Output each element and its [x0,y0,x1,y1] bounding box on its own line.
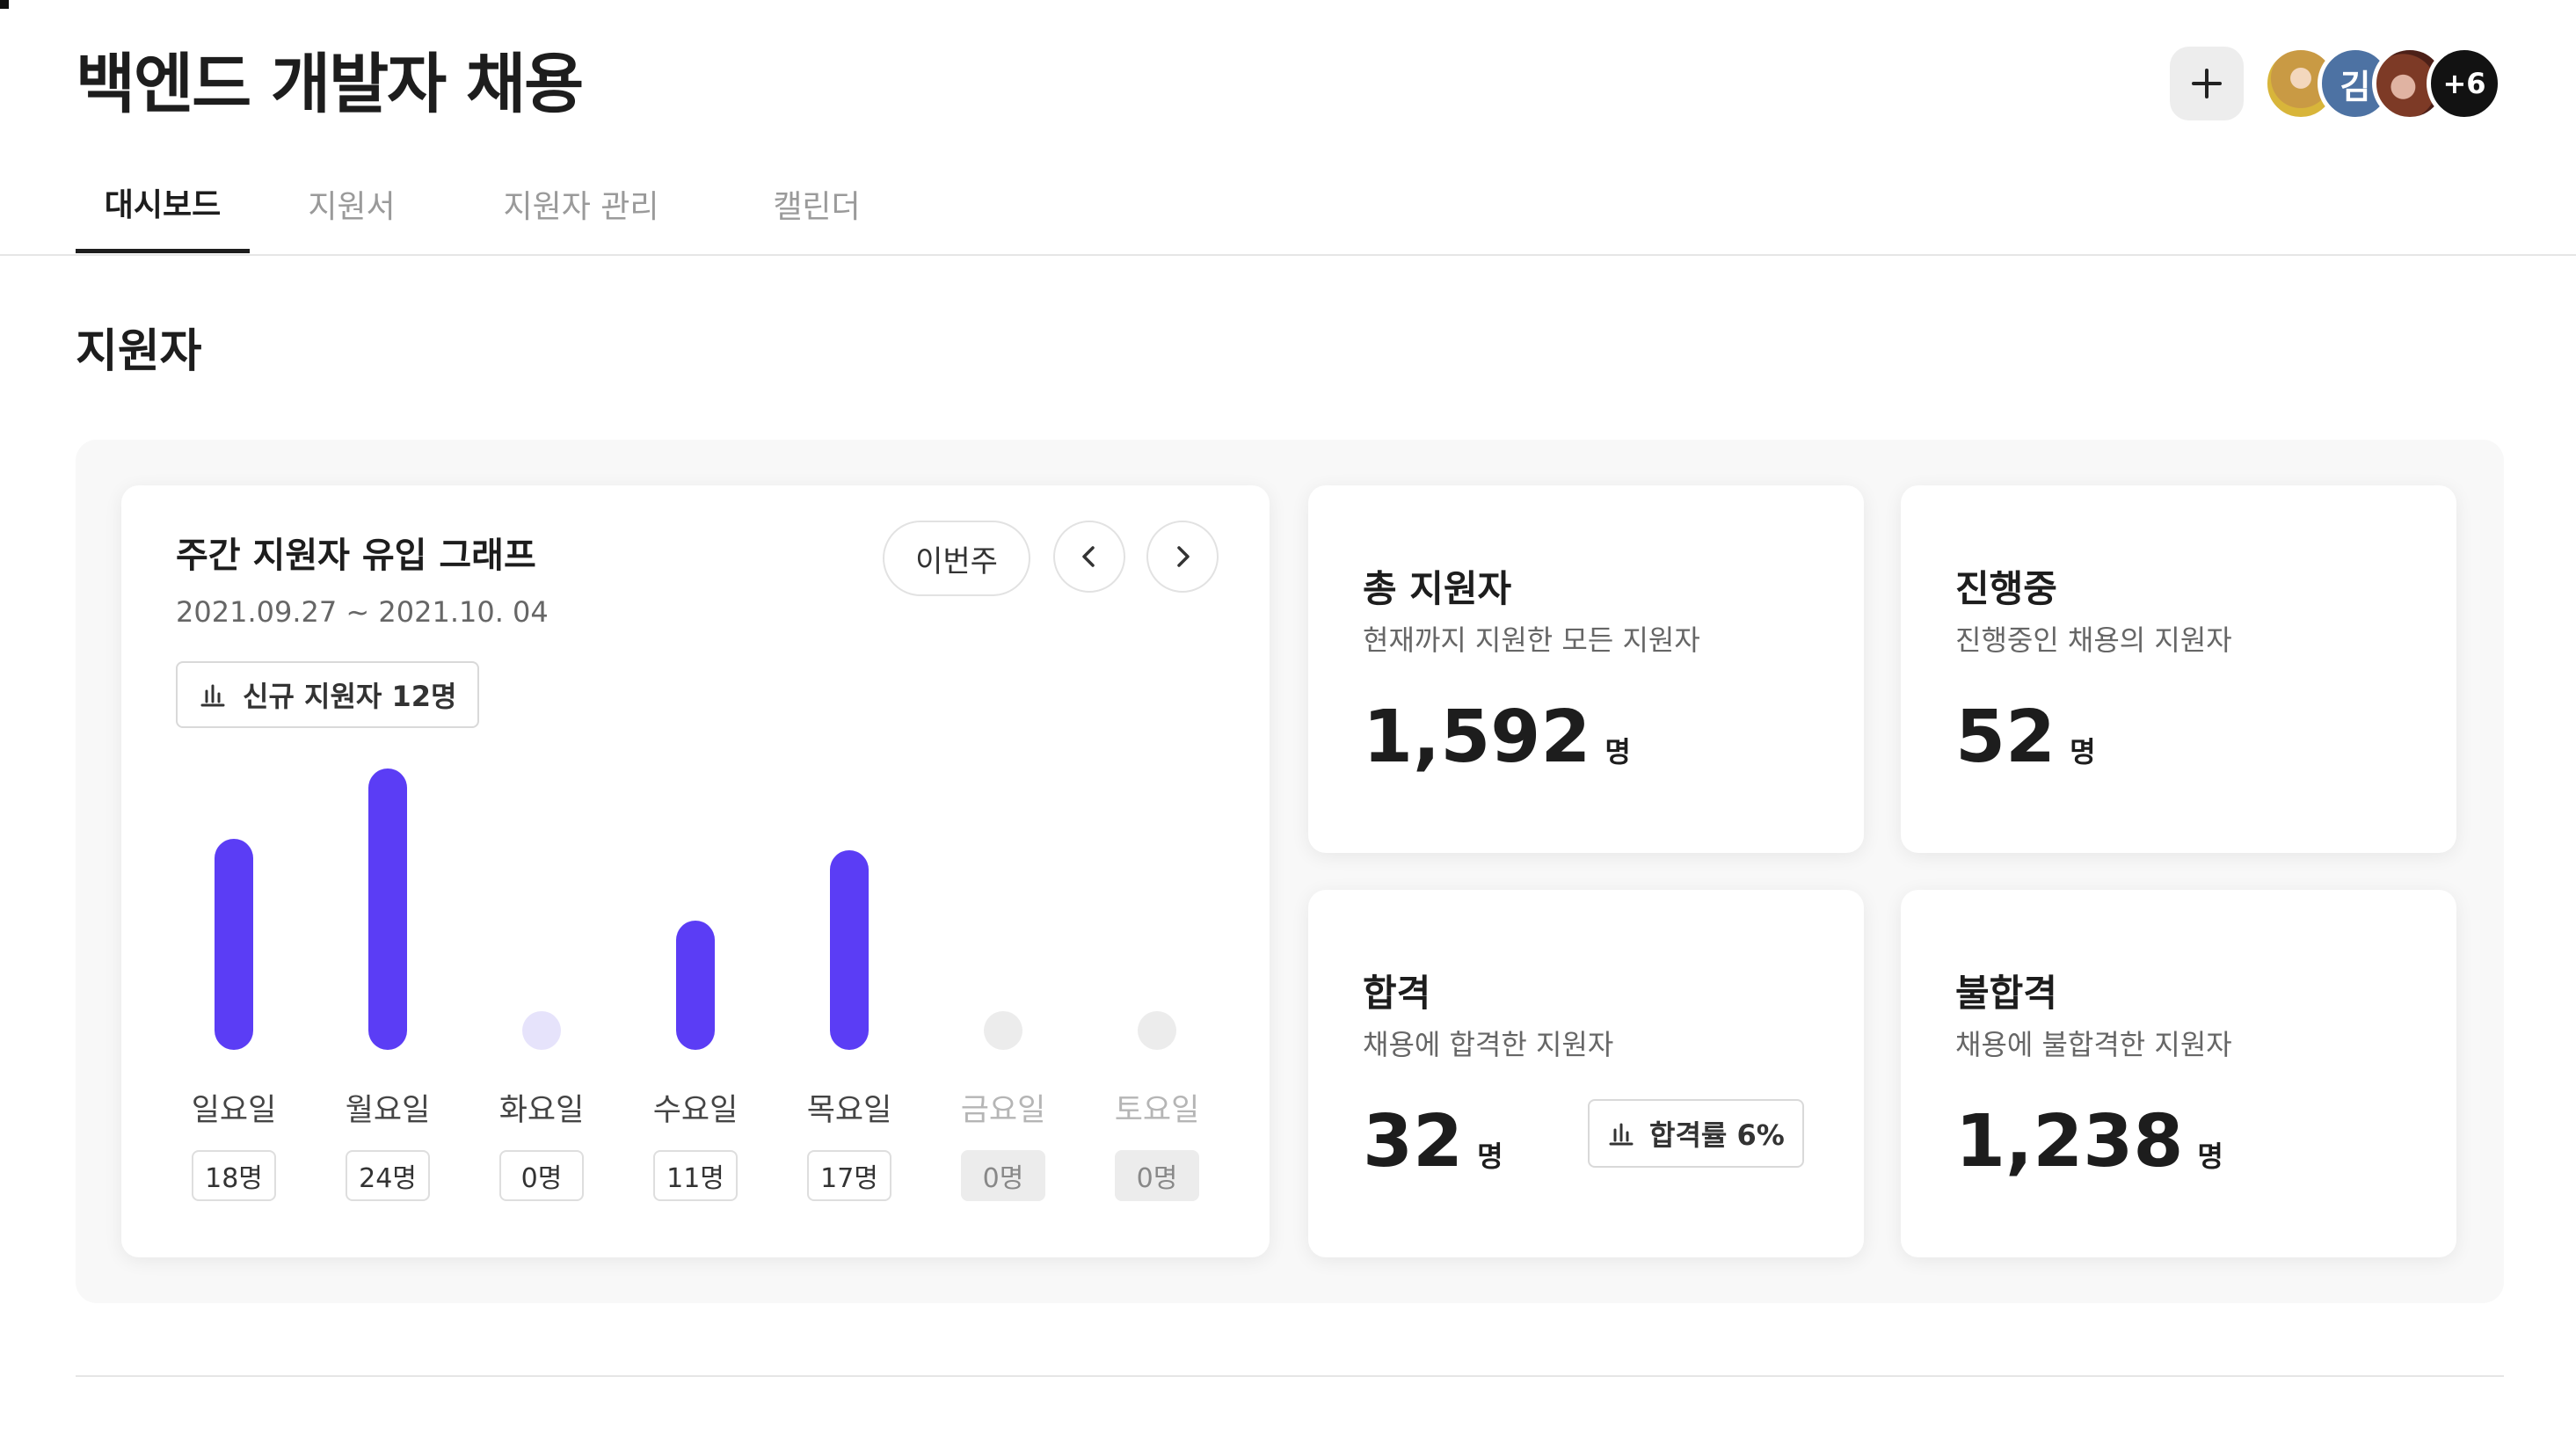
tab-applicant-management[interactable]: 지원자 관리 [454,155,709,253]
day-label: 수요일 [652,1093,739,1128]
stat-description: 채용에 불합격한 지원자 [1955,1028,2232,1061]
stat-title: 총 지원자 [1363,567,1512,610]
day-count-badge: 11명 [653,1150,738,1201]
day-label: 화요일 [498,1093,585,1128]
page-title: 백엔드 개발자 채용 [76,47,584,122]
pass-rate-label: 합격률 6% [1649,1118,1785,1152]
section-title: 지원자 [76,325,202,378]
stat-value: 52 명 [1955,689,2096,786]
stat-unit: 명 [1605,735,1631,768]
stat-title: 진행중 [1955,567,2057,610]
failed-card[interactable]: 불합격 채용에 불합격한 지원자 1,238 명 [1901,890,2456,1257]
tab-applications[interactable]: 지원서 [250,155,454,253]
day-count-badge: 0명 [499,1150,584,1201]
in-progress-card[interactable]: 진행중 진행중인 채용의 지원자 52 명 [1901,485,2456,853]
day-count-badge: 24명 [346,1150,430,1201]
chart-bar[interactable] [215,839,253,1050]
new-applicants-badge: 신규 지원자 12명 [176,661,480,728]
weekly-inflow-chart-card: 주간 지원자 유입 그래프 2021.09.27 ~ 2021.10. 04 신… [121,485,1270,1257]
chart-bar[interactable] [522,1011,561,1050]
chart-bar[interactable] [984,1011,1022,1050]
next-week-button[interactable] [1146,521,1219,593]
tab-bar: 대시보드 지원서 지원자 관리 캘린더 [76,155,925,253]
chevron-right-icon [1177,546,1190,567]
day-count-badge: 0명 [961,1150,1045,1201]
header-actions: 김 +6 [2170,46,2502,121]
day-label: 일요일 [191,1093,277,1128]
day-label: 월요일 [345,1093,431,1128]
new-applicants-label: 신규 지원자 12명 [243,680,457,713]
stat-number: 1,238 [1955,1100,2184,1184]
chart-bar[interactable] [368,768,407,1050]
chart-bar[interactable] [676,921,715,1050]
chart-title: 주간 지원자 유입 그래프 [176,535,536,576]
passed-card[interactable]: 합격 채용에 합격한 지원자 32 명 합격률 6% [1308,890,1864,1257]
date-range: 2021.09.27 ~ 2021.10. 04 [176,595,549,629]
total-applicants-card[interactable]: 총 지원자 현재까지 지원한 모든 지원자 1,592 명 [1308,485,1864,853]
stat-unit: 명 [2070,735,2096,768]
day-count-badge: 18명 [192,1150,276,1201]
day-count-badge: 17명 [807,1150,891,1201]
stat-unit: 명 [1477,1140,1503,1173]
stat-description: 현재까지 지원한 모든 지원자 [1363,623,1700,657]
stat-value: 1,238 명 [1955,1094,2223,1191]
stat-description: 채용에 합격한 지원자 [1363,1028,1614,1061]
stat-number: 1,592 [1363,696,1591,779]
stat-title: 합격 [1363,972,1431,1015]
tab-calendar[interactable]: 캘린더 [709,155,925,253]
chart-bar[interactable] [1138,1011,1176,1050]
chart-bar[interactable] [830,850,869,1050]
prev-week-button[interactable] [1053,521,1125,593]
stat-description: 진행중인 채용의 지원자 [1955,623,2232,657]
bar-chart-icon [200,684,225,707]
stat-unit: 명 [2197,1140,2223,1173]
chevron-left-icon [1082,546,1095,567]
stat-number: 52 [1955,696,2056,779]
applicant-dashboard-panel: 주간 지원자 유입 그래프 2021.09.27 ~ 2021.10. 04 신… [76,440,2504,1303]
bar-chart-icon [1609,1123,1634,1146]
plus-icon [2192,69,2222,98]
tab-dashboard[interactable]: 대시보드 [76,155,250,253]
add-member-button[interactable] [2170,47,2244,120]
day-label: 목요일 [806,1093,892,1128]
day-count-badge: 0명 [1115,1150,1199,1201]
day-label: 금요일 [960,1093,1046,1128]
bottom-divider [76,1375,2504,1377]
window-corner-mark [0,0,9,9]
member-avatars[interactable]: 김 +6 [2263,46,2502,121]
stat-value: 32 명 [1363,1094,1503,1191]
pass-rate-badge: 합격률 6% [1588,1099,1804,1168]
stat-number: 32 [1363,1100,1464,1184]
stat-title: 불합격 [1955,972,2057,1015]
stat-value: 1,592 명 [1363,689,1631,786]
day-label: 토요일 [1114,1093,1200,1128]
more-members-avatar[interactable]: +6 [2427,46,2502,121]
tabs-divider [0,254,2576,256]
this-week-button[interactable]: 이번주 [883,521,1030,596]
